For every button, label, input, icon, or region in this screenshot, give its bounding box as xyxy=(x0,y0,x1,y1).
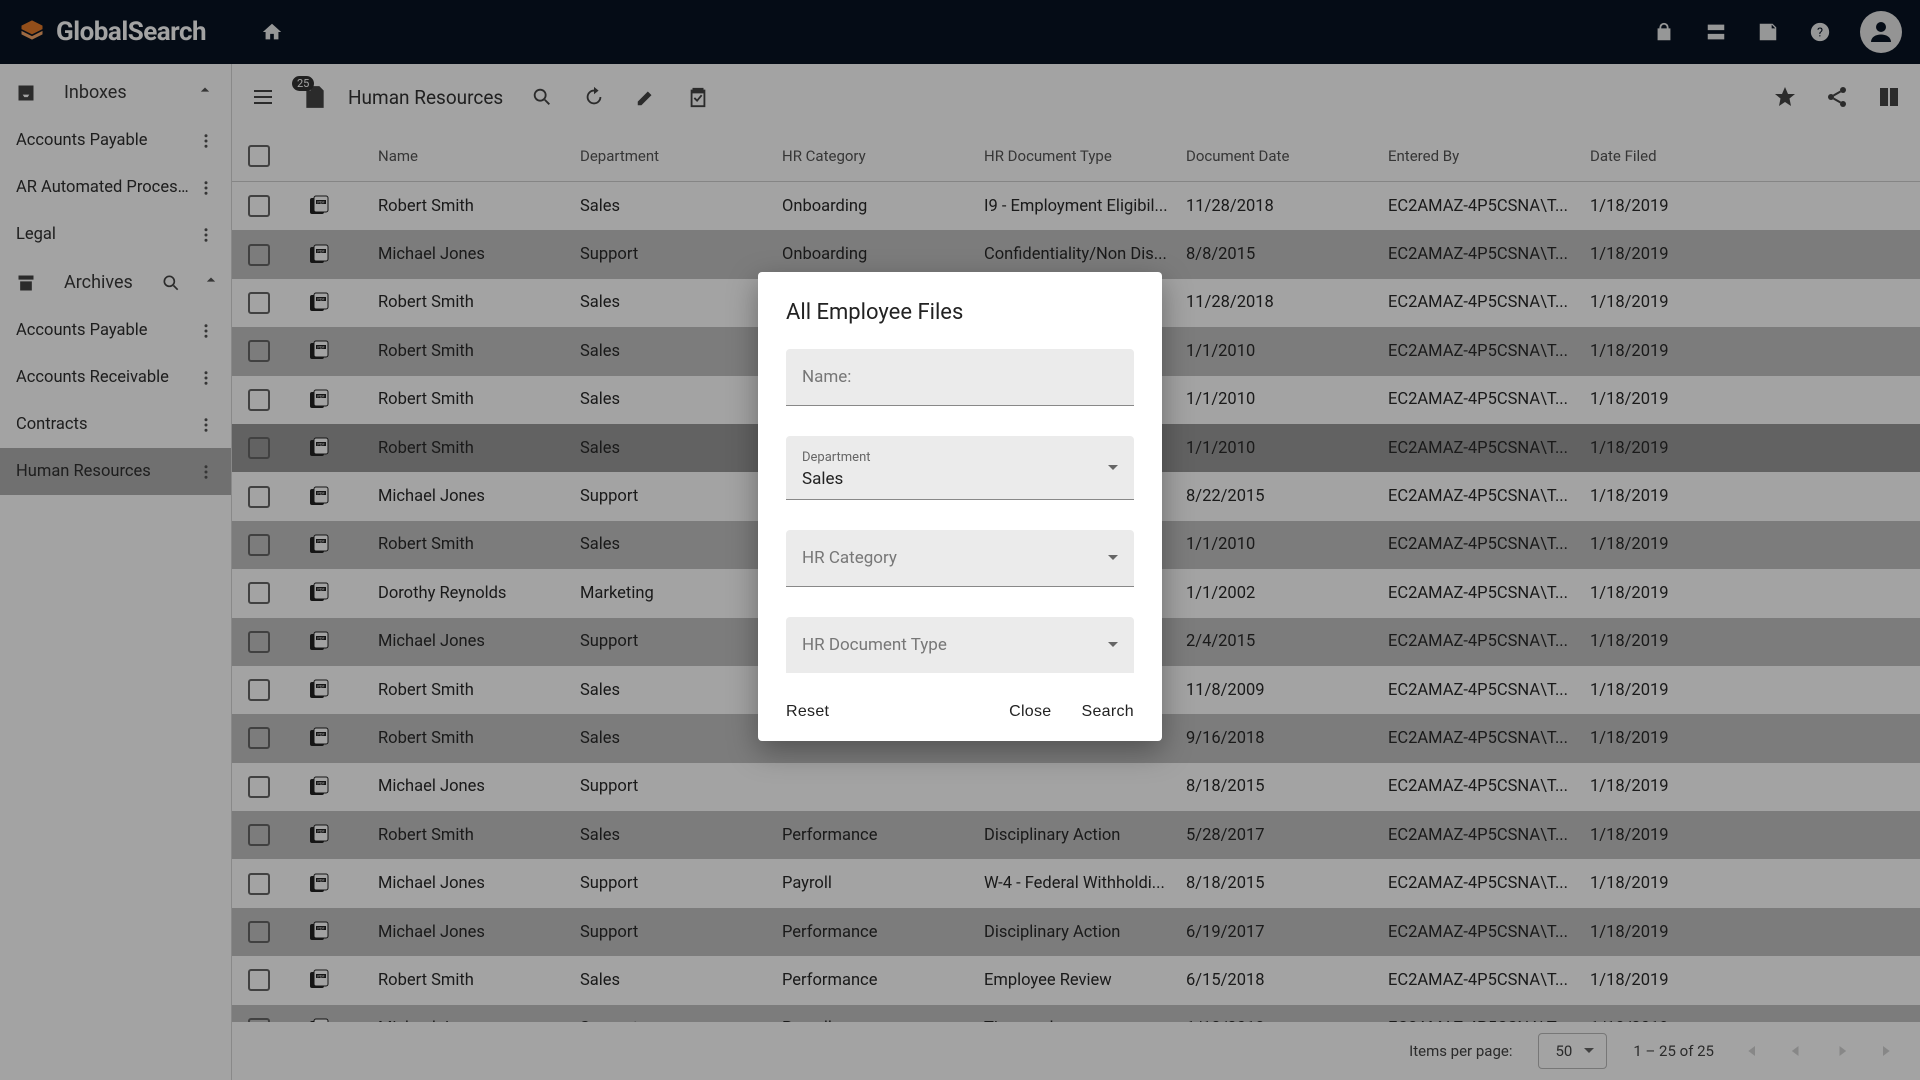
close-button[interactable]: Close xyxy=(1009,703,1051,721)
dialog-actions: Reset Close Search xyxy=(786,703,1134,721)
department-field[interactable]: Department Sales xyxy=(786,436,1134,500)
search-dialog: All Employee Files Name: Department Sale… xyxy=(758,272,1162,741)
hr-type-field[interactable]: HR Document Type xyxy=(786,617,1134,673)
name-field-label: Name: xyxy=(802,367,851,387)
modal-overlay[interactable]: All Employee Files Name: Department Sale… xyxy=(0,0,1920,1080)
hr-type-label: HR Document Type xyxy=(802,635,947,655)
name-field[interactable]: Name: xyxy=(786,349,1134,406)
department-label: Department xyxy=(802,450,1118,465)
hr-category-field[interactable]: HR Category xyxy=(786,530,1134,587)
department-value: Sales xyxy=(802,469,843,489)
dialog-title: All Employee Files xyxy=(786,300,1134,325)
hr-category-label: HR Category xyxy=(802,548,897,568)
search-button[interactable]: Search xyxy=(1082,703,1135,721)
reset-button[interactable]: Reset xyxy=(786,703,829,721)
